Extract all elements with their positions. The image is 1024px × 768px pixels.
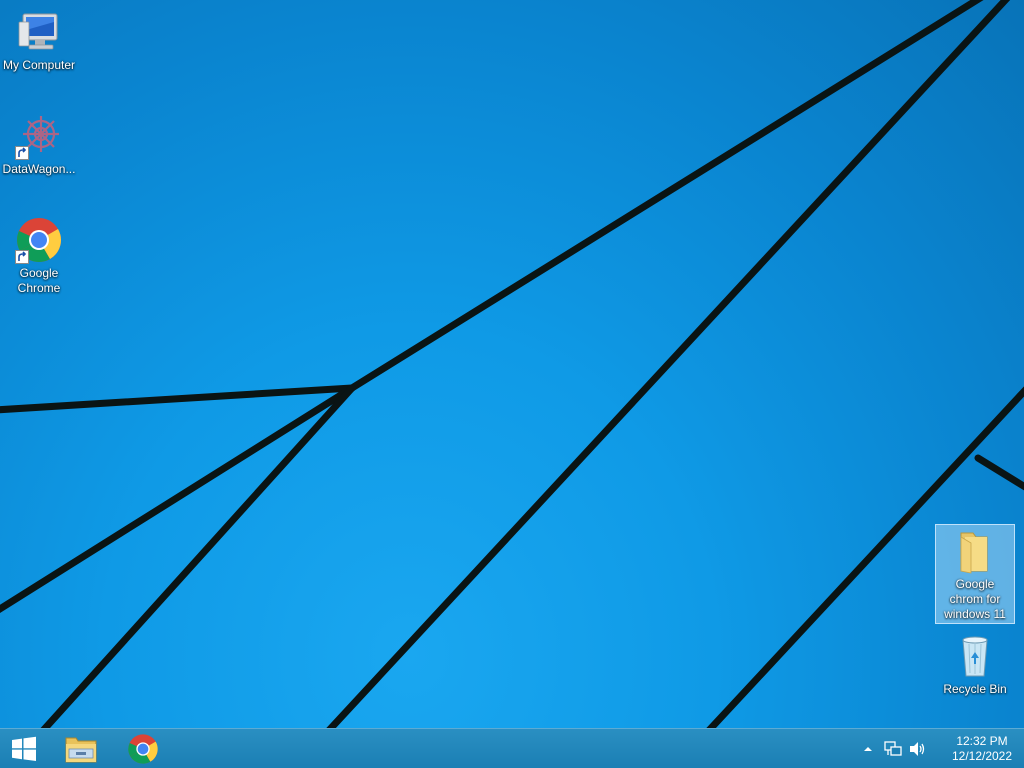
desktop-icon-label: My Computer [2,58,76,72]
file-explorer-icon [64,734,98,764]
datawagon-gear-icon [15,112,63,160]
system-tray: 12:32 PM 12/12/2022 [857,729,1024,768]
shortcut-arrow-icon [15,146,29,160]
clock-time: 12:32 PM [956,733,1008,748]
network-icon[interactable] [882,738,904,760]
wallpaper [0,0,1024,728]
desktop-icon-recycle-bin[interactable]: Recycle Bin [936,630,1014,697]
desktop[interactable]: My Computer DataWagon... Google Chrome G… [0,0,1024,728]
desktop-icon-label: Google chrom for windows 11 [944,577,1006,621]
recycle-bin-icon [951,632,999,680]
taskbar: 12:32 PM 12/12/2022 [0,728,1024,768]
chrome-icon [127,733,159,765]
chrome-taskbar-button[interactable] [118,729,168,768]
chrome-icon [15,216,63,264]
desktop-icon-my-computer[interactable]: My Computer [0,6,78,73]
show-hidden-icons-chevron-icon[interactable] [857,738,879,760]
desktop-icon-google-chrome[interactable]: Google Chrome [0,214,78,296]
taskbar-clock[interactable]: 12:32 PM 12/12/2022 [940,734,1024,764]
start-button[interactable] [0,729,48,768]
desktop-icon-folder[interactable]: Google chrom for windows 11 [935,524,1015,624]
desktop-icon-label: Google Chrome [17,266,61,295]
clock-date: 12/12/2022 [951,748,1013,763]
folder-icon [951,527,999,575]
windows-logo-icon [11,736,37,762]
volume-icon[interactable] [907,738,929,760]
computer-icon [15,8,63,56]
file-explorer-button[interactable] [56,729,106,768]
desktop-icon-datawagon[interactable]: DataWagon... [0,110,78,177]
desktop-icon-label: DataWagon... [2,162,76,176]
desktop-icon-label: Recycle Bin [943,682,1007,696]
shortcut-arrow-icon [15,250,29,264]
